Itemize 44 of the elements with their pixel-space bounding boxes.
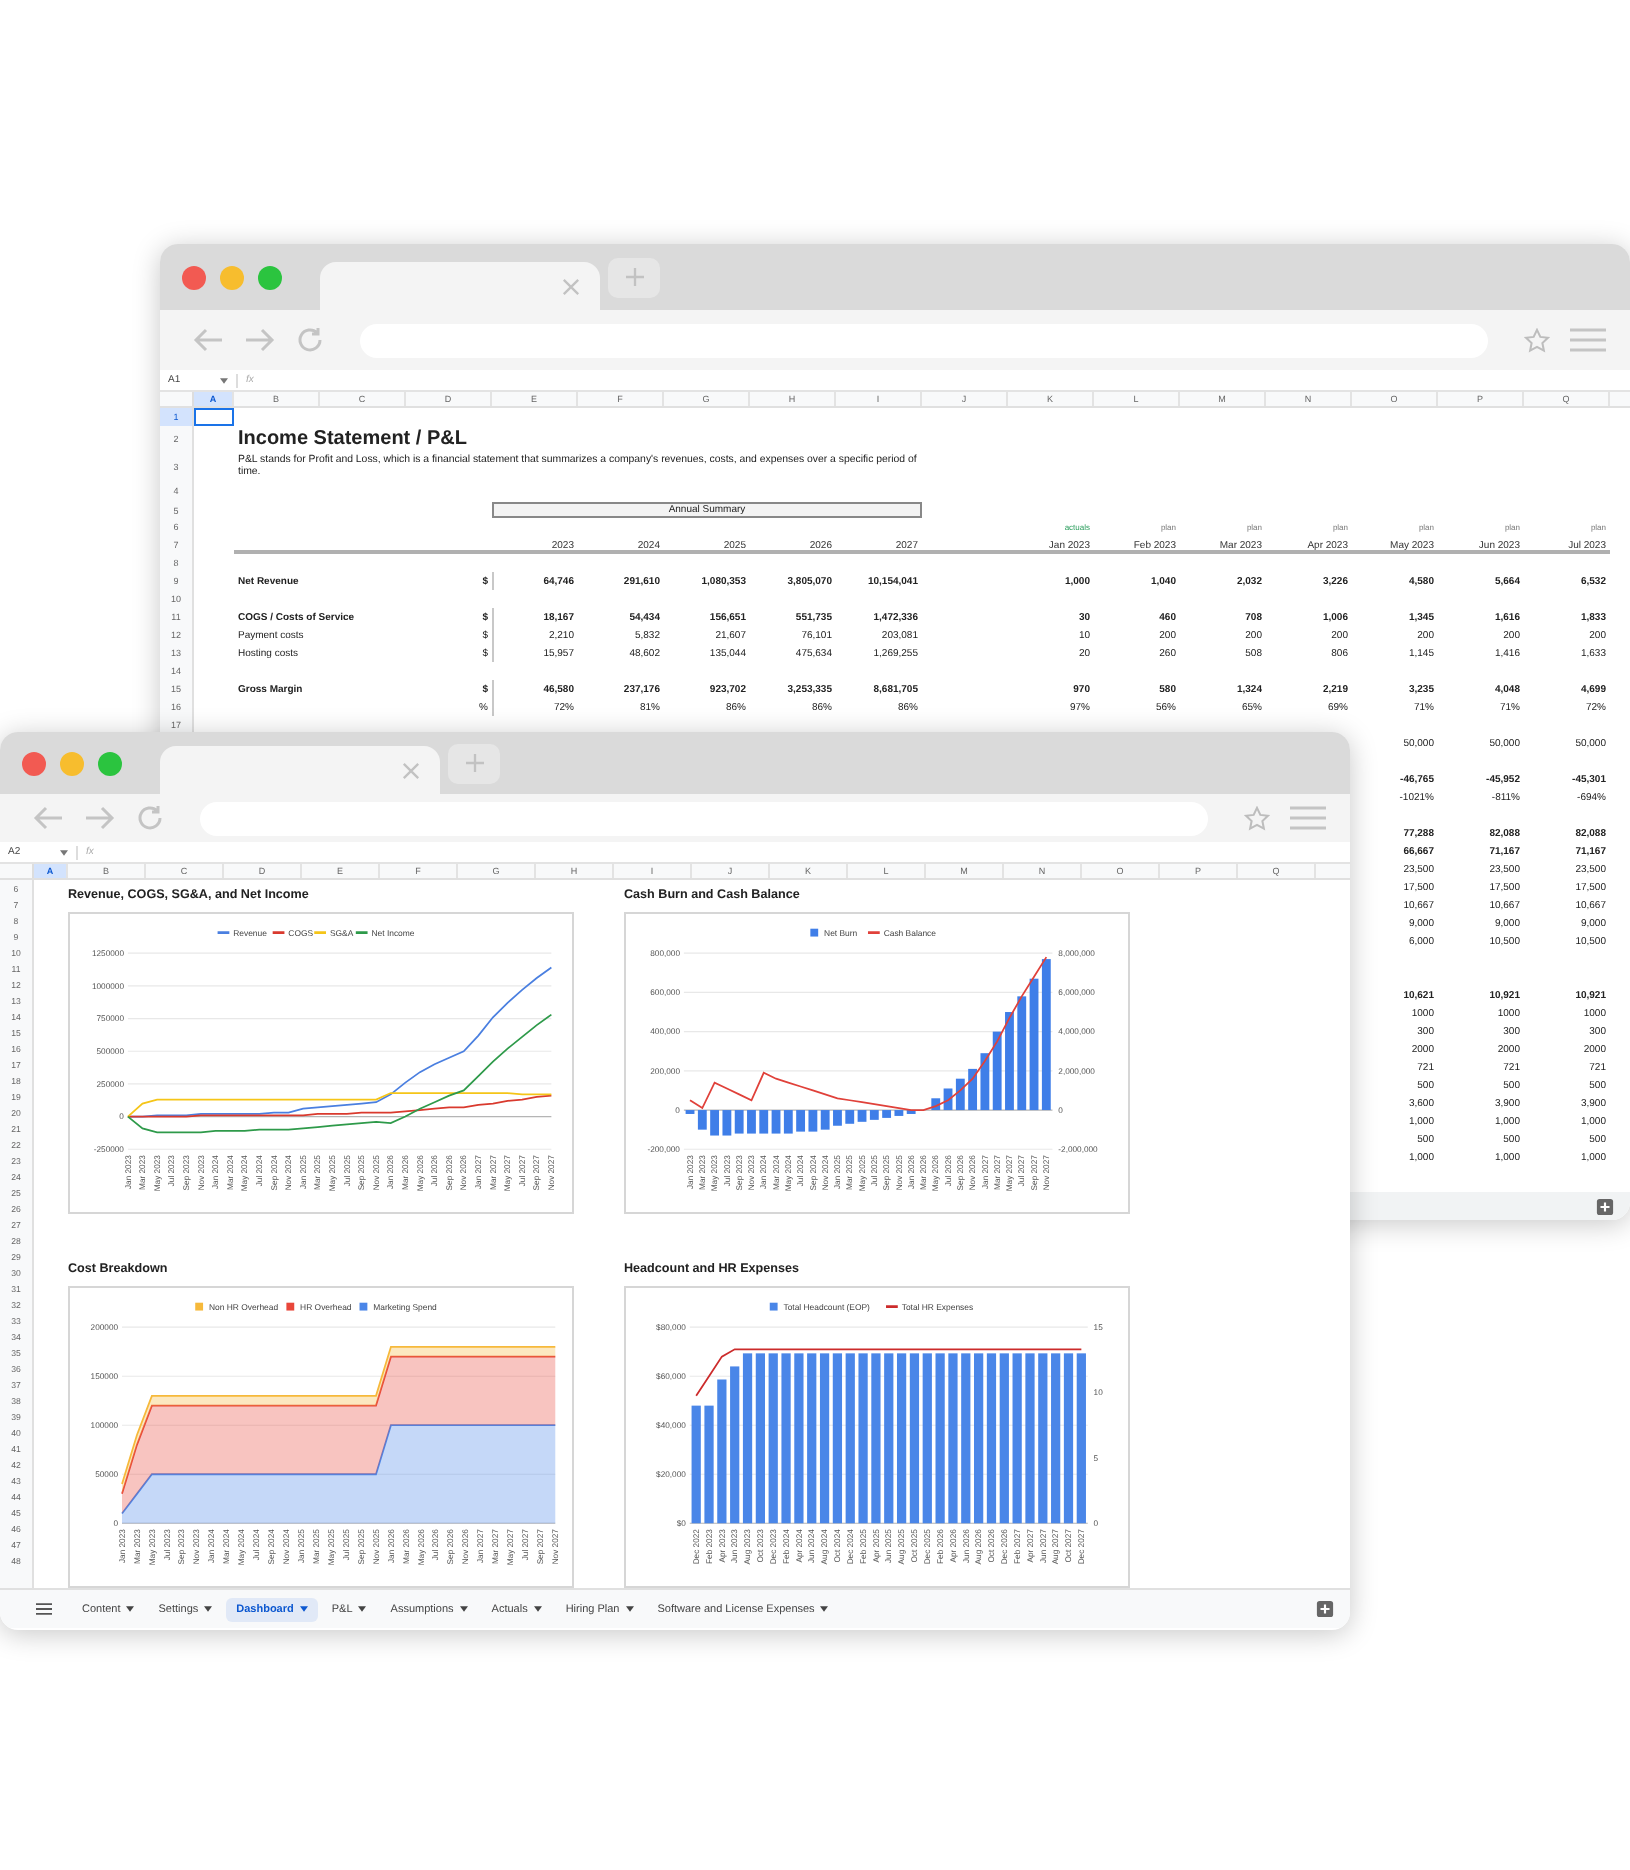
- sheet-title: Income Statement / P&L: [236, 426, 469, 450]
- close-icon[interactable]: [562, 277, 580, 295]
- bar: [833, 1110, 842, 1126]
- close-button[interactable]: [22, 751, 46, 775]
- plus-icon: [465, 754, 483, 772]
- forward-arrow-icon[interactable]: [84, 806, 116, 830]
- all-sheets-icon[interactable]: [36, 1602, 52, 1616]
- new-tab-button[interactable]: [448, 743, 500, 783]
- side-panel-icon[interactable]: [1316, 1600, 1334, 1618]
- star-icon[interactable]: [1244, 805, 1270, 831]
- bar: [1005, 1012, 1014, 1111]
- caret-icon: [459, 1606, 468, 1612]
- reload-icon[interactable]: [296, 326, 324, 354]
- minimize-button[interactable]: [60, 751, 84, 775]
- caret-icon: [60, 849, 68, 855]
- browser-tab[interactable]: [320, 262, 600, 310]
- caret-icon: [820, 1606, 829, 1612]
- caret-icon: [299, 1606, 308, 1612]
- back-arrow-icon[interactable]: [192, 328, 224, 352]
- caret-icon: [625, 1606, 634, 1612]
- back-arrow-icon[interactable]: [32, 806, 64, 830]
- plus-icon: [625, 268, 643, 286]
- caret-icon: [204, 1606, 213, 1612]
- side-panel-icon[interactable]: [1596, 1197, 1614, 1215]
- minimize-button[interactable]: [220, 265, 244, 289]
- maximize-button[interactable]: [98, 751, 122, 775]
- caret-icon: [533, 1606, 542, 1612]
- caret-icon: [126, 1606, 135, 1612]
- close-icon[interactable]: [402, 761, 420, 779]
- close-button[interactable]: [182, 265, 206, 289]
- caret-icon: [220, 377, 228, 383]
- bar: [691, 1405, 701, 1524]
- bar: [747, 1110, 756, 1134]
- menu-icon[interactable]: [1570, 328, 1606, 352]
- maximize-button[interactable]: [258, 265, 282, 289]
- star-icon[interactable]: [1524, 327, 1550, 353]
- caret-icon: [358, 1606, 367, 1612]
- menu-icon[interactable]: [1290, 806, 1326, 830]
- new-tab-button[interactable]: [608, 257, 660, 297]
- bar: [704, 1405, 714, 1524]
- forward-arrow-icon[interactable]: [244, 328, 276, 352]
- selected-cell[interactable]: [194, 408, 234, 426]
- browser-tab[interactable]: [160, 746, 440, 794]
- reload-icon[interactable]: [136, 804, 164, 832]
